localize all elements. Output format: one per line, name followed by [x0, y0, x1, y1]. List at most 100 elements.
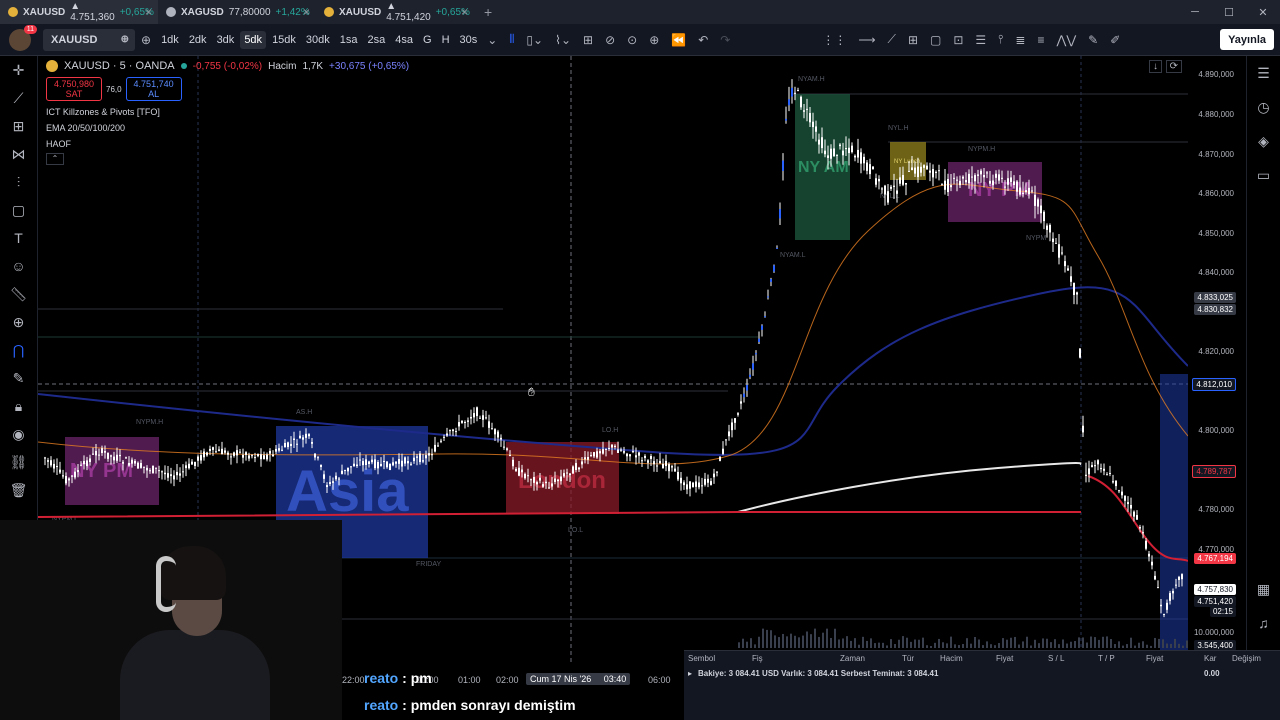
undo-icon[interactable]: ↶ [692, 33, 714, 47]
chat-icon[interactable]: ▭ [1247, 158, 1280, 192]
refresh-icon[interactable]: ⟳ [1165, 60, 1182, 73]
buy-button[interactable]: 4.751,740 AL [125, 77, 182, 101]
drag-handle-icon[interactable]: ⋮⋮ [816, 33, 852, 47]
magnet-icon[interactable]: ⋂ [0, 336, 37, 364]
zoom-icon[interactable]: ⊕ [0, 308, 37, 336]
timeframe-button[interactable]: 1sa [336, 31, 362, 49]
column-header[interactable]: Zaman [840, 654, 865, 663]
close-tab-icon[interactable]: × [461, 5, 468, 19]
column-header[interactable]: Değişim [1232, 654, 1261, 663]
rectangle-icon[interactable]: ▢ [924, 33, 947, 47]
close-window-button[interactable]: ✕ [1246, 6, 1280, 19]
browser-tab[interactable]: XAUUSD ▲ 4.751,420 +0,65% × [316, 0, 474, 24]
indicator-haof[interactable]: HAOF [46, 139, 409, 149]
browser-tab[interactable]: XAGUSD 77,80000 +1,42% × [158, 0, 316, 24]
timeframe-button[interactable]: G [419, 31, 436, 49]
emoji-icon[interactable]: ☺ [0, 252, 37, 280]
price-axis[interactable]: 4.890,000 4.880,000 4.870,000 4.860,000 … [1188, 56, 1246, 664]
column-header[interactable]: Fiyat [1146, 654, 1163, 663]
replay-icon[interactable]: ⊙ [621, 33, 643, 47]
bar-style-icon[interactable]: ▯⌄ [520, 33, 549, 47]
layers-icon[interactable]: ◈ [1247, 124, 1280, 158]
indicators-icon[interactable]: ⌇⌄ [549, 33, 577, 47]
channel-icon[interactable]: ≡ [1031, 33, 1050, 47]
publish-button[interactable]: Yayınla [1220, 29, 1274, 50]
eye-icon[interactable]: ◉ [0, 420, 37, 448]
volume-bar [978, 639, 980, 648]
maximize-button[interactable]: ☐ [1212, 6, 1246, 19]
alerts-clock-icon[interactable]: ◷ [1247, 90, 1280, 124]
chart-title[interactable]: XAUUSD · 5 · OANDA [64, 60, 175, 72]
column-header[interactable]: Sembol [688, 654, 715, 663]
timeframe-button[interactable]: 2dk [185, 31, 211, 49]
layout-icon[interactable]: ⊡ [947, 33, 969, 47]
notifications-icon[interactable]: ♫ [1247, 606, 1280, 640]
shape-tool-icon[interactable]: ▢ [0, 196, 37, 224]
timeframe-button[interactable]: 5dk [240, 30, 267, 49]
timeframe-button[interactable]: 30dk [302, 31, 334, 49]
timeframe-button[interactable]: 15dk [268, 31, 300, 49]
lock-icon[interactable]: 🔒︎ [0, 392, 37, 420]
column-header[interactable]: T / P [1098, 654, 1115, 663]
lock-draw-icon[interactable]: ✎ [0, 364, 37, 392]
indicator-killzones[interactable]: ICT Killzones & Pivots [TFO] [46, 107, 409, 117]
node-tool-icon[interactable]: ⋈ [0, 140, 37, 168]
brush-icon[interactable]: ✎ [1082, 33, 1104, 47]
add-alert-icon[interactable]: ⊕ [643, 33, 665, 47]
scroll-down-icon[interactable]: ↓ [1149, 60, 1162, 73]
expand-icon[interactable]: ▸ [688, 669, 692, 678]
horizontal-line-icon[interactable]: ⟶ [852, 33, 881, 47]
alert-icon[interactable]: ⊘ [599, 33, 621, 47]
column-header[interactable]: Fiyat [996, 654, 1013, 663]
fib-icon[interactable]: ≣ [1009, 33, 1031, 47]
compare-icon[interactable]: ⊕ [121, 34, 129, 45]
column-header[interactable]: Hacim [940, 654, 963, 663]
link-icon[interactable]: ⛓︎ [0, 448, 37, 476]
timeframe-button[interactable]: 3dk [213, 31, 239, 49]
add-symbol-icon[interactable]: ⊕ [135, 33, 157, 47]
line-tool-icon[interactable]: ⟋ [0, 84, 37, 112]
timeframe-button[interactable]: 1dk [157, 31, 183, 49]
sell-button[interactable]: 4.750,980 SAT [46, 77, 102, 101]
measure-tool-icon[interactable]: ⫶ [0, 168, 37, 196]
candle-body [899, 177, 901, 184]
candle-body [809, 113, 811, 123]
candle-body [302, 437, 304, 440]
browser-tab[interactable]: XAUUSD ▲ 4.751,360 +0,65% × [0, 0, 158, 24]
ruler-icon[interactable]: 📏︎ [0, 280, 37, 308]
column-header[interactable]: S / L [1048, 654, 1064, 663]
new-tab-button[interactable]: + [474, 4, 492, 20]
chevron-down-icon[interactable]: ⌄ [481, 33, 503, 47]
redo-icon[interactable]: ↷ [714, 33, 736, 47]
grid-icon[interactable]: ⊞ [902, 33, 924, 47]
timeframe-button[interactable]: 30s [456, 31, 482, 49]
grid-tool-icon[interactable]: ⊞ [0, 112, 37, 140]
templates-icon[interactable]: ⊞ [577, 33, 599, 47]
indicator-ema[interactable]: EMA 20/50/100/200 [46, 123, 409, 133]
column-header[interactable]: Tür [902, 654, 914, 663]
timeframe-button[interactable]: 2sa [364, 31, 390, 49]
timeframe-button[interactable]: 4sa [391, 31, 417, 49]
candles-icon[interactable]: ⫴ [503, 32, 520, 47]
avatar[interactable]: 11 [9, 24, 37, 51]
column-header[interactable]: Kar [1204, 654, 1216, 663]
column-header[interactable]: Fiş [752, 654, 763, 663]
lines-icon[interactable]: ☰ [969, 33, 992, 47]
minimize-button[interactable]: ─ [1178, 6, 1212, 18]
collapse-legend-icon[interactable]: ⌃ [46, 153, 64, 165]
close-tab-icon[interactable]: × [303, 5, 310, 19]
crosshair-icon[interactable]: ✛ [0, 56, 37, 84]
candle-body [1172, 590, 1174, 594]
watchlist-icon[interactable]: ☰ [1247, 56, 1280, 90]
calendar-icon[interactable]: ▦ [1247, 572, 1280, 606]
trend-line-icon[interactable]: ⟋ [882, 32, 902, 47]
timeframe-button[interactable]: H [438, 31, 454, 49]
pattern-icon[interactable]: ⋀⋁ [1050, 33, 1082, 47]
close-tab-icon[interactable]: × [145, 5, 152, 19]
text-tool-icon[interactable]: T [0, 224, 37, 252]
trash-icon[interactable]: 🗑︎ [0, 476, 37, 504]
pen-icon[interactable]: ✐ [1104, 33, 1126, 47]
symbol-search[interactable]: XAUUSD ⊕ [43, 28, 135, 51]
vertical-line-icon[interactable]: ⫯ [992, 32, 1009, 47]
rewind-icon[interactable]: ⏪ [665, 33, 692, 47]
